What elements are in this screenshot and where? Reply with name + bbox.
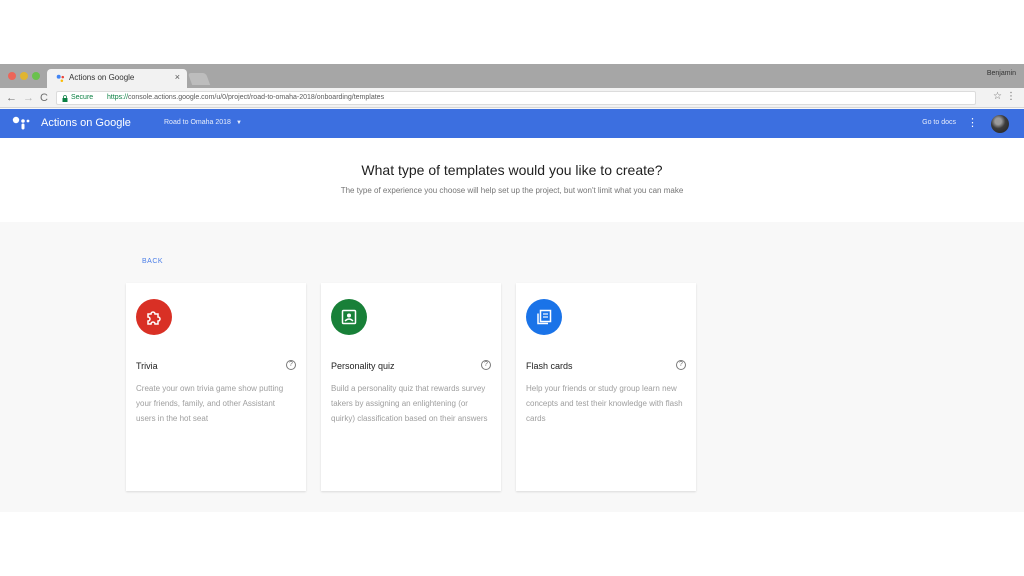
close-window-button[interactable] [8, 72, 16, 80]
maximize-window-button[interactable] [32, 72, 40, 80]
new-tab-button[interactable] [187, 73, 211, 85]
trivia-icon-circle [136, 299, 172, 335]
template-card-flash-cards[interactable]: Flash cards ? Help your friends or study… [516, 283, 696, 491]
page-subtitle: The type of experience you choose will h… [340, 186, 684, 195]
template-card-personality-quiz[interactable]: Personality quiz ? Build a personality q… [321, 283, 501, 491]
chevron-down-icon: ▼ [235, 120, 242, 126]
flash-cards-icon-circle [526, 299, 562, 335]
card-title: Trivia [136, 361, 158, 371]
card-description: Create your own trivia game show putting… [136, 384, 284, 423]
portrait-icon [341, 309, 357, 325]
project-selector[interactable]: Road to Omaha 2018 ▼ [164, 119, 242, 126]
profile-name[interactable]: Benjamin [987, 70, 1016, 77]
bookmark-star-icon[interactable]: ☆ [993, 91, 1002, 103]
back-link[interactable]: BACK [142, 258, 163, 265]
browser-tab[interactable]: Actions on Google × [47, 69, 187, 88]
actions-favicon-icon [56, 74, 65, 83]
page-title: What type of templates would you like to… [361, 162, 663, 178]
app-header: Actions on Google Road to Omaha 2018 ▼ Go… [0, 109, 1024, 138]
address-bar: ← → C Secure https://console.actions.goo… [0, 88, 1024, 108]
secure-label: Secure [71, 94, 94, 101]
card-description: Help your friends or study group learn n… [526, 384, 683, 423]
url-scheme: https:// [107, 94, 129, 101]
app-title[interactable]: Actions on Google [41, 117, 131, 129]
tab-title: Actions on Google [69, 73, 135, 82]
tab-bar: Actions on Google × Benjamin [0, 64, 1024, 88]
forward-arrow-icon[interactable]: → [23, 91, 34, 105]
browser-window: Actions on Google × Benjamin ← → C Secur… [0, 64, 1024, 512]
help-icon[interactable]: ? [676, 360, 686, 370]
help-icon[interactable]: ? [286, 360, 296, 370]
actions-logo-icon[interactable] [12, 116, 30, 130]
template-card-trivia[interactable]: Trivia ? Create your own trivia game sho… [126, 283, 306, 491]
go-to-docs-link[interactable]: Go to docs [922, 119, 956, 126]
more-vert-icon[interactable]: ⋮ [967, 116, 978, 130]
personality-icon-circle [331, 299, 367, 335]
tab-close-icon[interactable]: × [175, 72, 180, 82]
url-text: https://console.actions.google.com/u/0/p… [107, 94, 384, 101]
card-title: Personality quiz [331, 361, 395, 371]
reload-icon[interactable]: C [40, 91, 48, 105]
puzzle-icon [147, 311, 161, 325]
card-title: Flash cards [526, 361, 573, 371]
back-arrow-icon[interactable]: ← [6, 91, 17, 105]
page-header: What type of templates would you like to… [0, 138, 1024, 222]
card-description: Build a personality quiz that rewards su… [331, 384, 488, 423]
project-name: Road to Omaha 2018 [164, 119, 231, 126]
lock-icon [62, 95, 68, 102]
cards-icon [537, 309, 552, 325]
url-input[interactable]: Secure https://console.actions.google.co… [56, 91, 976, 105]
browser-menu-icon[interactable]: ⋮ [1006, 91, 1016, 103]
help-icon[interactable]: ? [481, 360, 491, 370]
minimize-window-button[interactable] [20, 72, 28, 80]
avatar[interactable] [991, 115, 1009, 133]
url-path: console.actions.google.com/u/0/project/r… [128, 94, 385, 101]
